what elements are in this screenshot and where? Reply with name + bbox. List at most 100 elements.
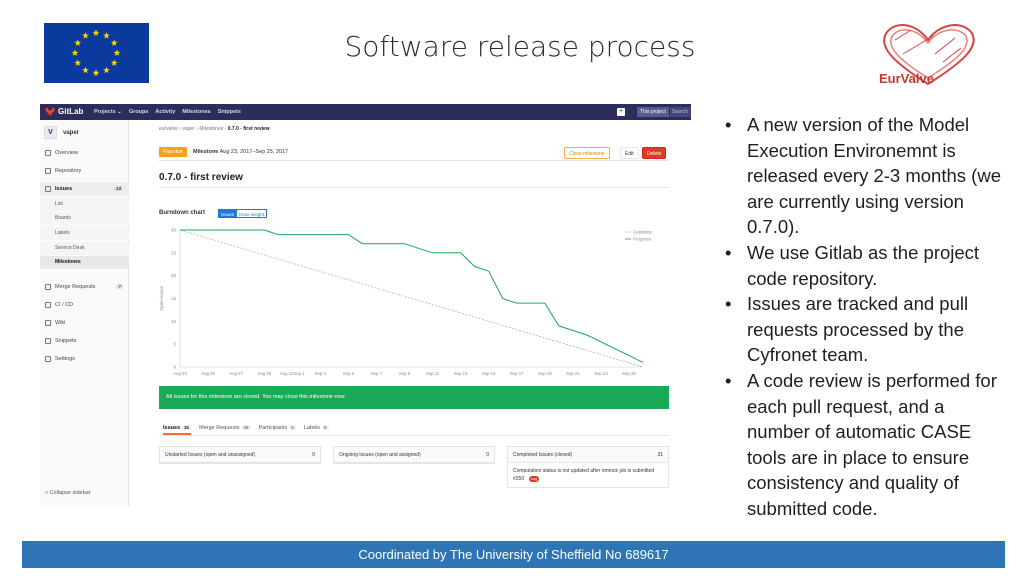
- card-title: Unstarted Issues (open and unassigned): [165, 452, 256, 458]
- breadcrumb-milestones[interactable]: Milestones: [199, 126, 223, 132]
- breadcrumb-eurvalve[interactable]: eurvalve: [159, 126, 178, 132]
- milestone-title: 0.7.0 - first review: [159, 172, 243, 183]
- milestone-date-range: Aug 23, 2017–Sep 25, 2017: [219, 149, 289, 155]
- card-count: 0: [312, 452, 315, 458]
- new-item-plus-icon[interactable]: +: [617, 108, 625, 116]
- sidebar-item-merge-requests[interactable]: Merge Requests 7: [40, 280, 129, 294]
- scissors-icon: [45, 338, 51, 344]
- gitlab-fox-icon: [45, 107, 55, 116]
- legend-label: Guideline: [633, 230, 653, 235]
- eu-star: [92, 69, 100, 76]
- sidebar-subitem-service-desk[interactable]: Service Desk: [40, 242, 129, 255]
- sidebar-item-settings[interactable]: Settings: [40, 352, 129, 366]
- y-tick-label: 15: [171, 296, 177, 301]
- sidebar-item-ci-cd[interactable]: CI / CD: [40, 298, 129, 312]
- nav-groups[interactable]: Groups: [129, 109, 149, 115]
- sidebar-item-label: Issues: [55, 186, 73, 192]
- x-tick-label: Aug 25: [201, 371, 215, 376]
- collapse-sidebar-button[interactable]: « Collapse sidebar: [45, 490, 91, 496]
- tab-count: 6: [289, 425, 296, 430]
- sidebar-subitem-labels[interactable]: Labels: [40, 227, 129, 240]
- card-header: Ongoing Issues (open and assigned) 0: [334, 447, 494, 463]
- toggle-issues[interactable]: Issues: [218, 209, 238, 218]
- series-line-guideline: [179, 229, 644, 368]
- x-tick-label: Aug 27: [229, 371, 243, 376]
- x-tick-label: Aug 23: [173, 371, 187, 376]
- card-title: Ongoing Issues (open and assigned): [339, 452, 421, 458]
- eu-star: [74, 39, 82, 46]
- x-tick-label: Sep 3: [315, 371, 327, 376]
- tab-label: Labels: [303, 425, 320, 431]
- x-tick-label: Sep 9: [399, 371, 411, 376]
- sidebar-item-label: Merge Requests: [55, 284, 96, 290]
- breadcrumb: eurvalve › vaper › Milestones › 0.7.0 - …: [159, 126, 270, 132]
- sidebar-subitem-list[interactable]: List: [40, 198, 129, 211]
- tab-issues[interactable]: Issues 31: [163, 420, 192, 435]
- eu-flag-logo: [44, 23, 149, 83]
- nav-milestones[interactable]: Milestones: [182, 109, 210, 115]
- edit-button[interactable]: Edit: [620, 147, 639, 159]
- tab-count: 31: [182, 425, 192, 430]
- x-tick-label: Sep 25: [622, 371, 636, 376]
- sidebar-item-repository[interactable]: Repository: [40, 164, 129, 178]
- gear-icon: [45, 356, 51, 362]
- toggle-issue-weight[interactable]: Issue weight: [236, 209, 268, 218]
- sidebar-item-wiki[interactable]: Wiki: [40, 316, 129, 330]
- breadcrumb-vaper[interactable]: vaper: [182, 126, 195, 132]
- bug-label: bug: [528, 476, 540, 482]
- x-tick-label: Sep 5: [343, 371, 355, 376]
- y-axis-label: Open issues: [159, 285, 164, 311]
- eurvalve-logo: EurValve: [873, 18, 983, 96]
- completed-issue-item[interactable]: Computation status is not updated after …: [508, 463, 668, 487]
- sidebar-item-snippets[interactable]: Snippets: [40, 334, 129, 348]
- eu-star: [71, 49, 79, 56]
- x-tick-label: Sep 17: [510, 371, 524, 376]
- tab-label: Issues: [163, 425, 181, 431]
- eu-star: [82, 66, 89, 74]
- nav-projects[interactable]: Projects ⌄: [94, 109, 122, 115]
- x-tick-label: Sep 21: [566, 371, 580, 376]
- gitlab-brand: GitLab: [58, 107, 84, 116]
- milestone-dates: Milestone Aug 23, 2017–Sep 25, 2017: [193, 149, 288, 155]
- search-input[interactable]: Search: [670, 107, 691, 117]
- burndown-chart: 0 5 10 15 20 25 30 Aug 23 Aug 25 Aug 27 Aug 29 Aug …: [159, 228, 653, 377]
- sidebar-item-issues[interactable]: Issues 13: [40, 182, 129, 196]
- tab-label: Merge Requests: [199, 425, 240, 431]
- tab-count: 5: [322, 425, 329, 430]
- breadcrumb-current: 0.7.0 - first review: [227, 126, 270, 132]
- nav-activity[interactable]: Activity: [155, 109, 175, 115]
- milestone-page: eurvalve › vaper › Milestones › 0.7.0 - …: [159, 120, 669, 506]
- card-header: Completed Issues (closed) 31: [508, 447, 668, 463]
- book-icon: [45, 320, 51, 326]
- close-milestone-button[interactable]: Close milestone: [564, 147, 610, 159]
- burndown-title: Burndown chart: [159, 210, 205, 216]
- delete-button[interactable]: Delete: [642, 147, 667, 159]
- project-header[interactable]: V vaper: [44, 126, 79, 139]
- sidebar-subitem-milestones[interactable]: Milestones: [40, 256, 129, 269]
- sidebar-item-overview[interactable]: Overview: [40, 146, 129, 160]
- tab-count: 49: [241, 425, 251, 430]
- sidebar-item-label: Overview: [55, 150, 78, 156]
- milestone-tabs: Issues 31 Merge Requests 49 Participants 6 …: [159, 420, 669, 436]
- issue-id: #250: [513, 476, 525, 482]
- nav-snippets[interactable]: Snippets: [218, 109, 241, 115]
- gitlab-topbar: GitLab Projects ⌄ Groups Activity Milest…: [40, 104, 691, 120]
- top-nav: Projects ⌄ Groups Activity Milestones Sn…: [94, 109, 241, 115]
- completed-issues-card: Completed Issues (closed) 31 Computation…: [507, 446, 669, 488]
- tab-labels[interactable]: Labels 5: [304, 420, 329, 435]
- x-tick-label: Sep 13: [454, 371, 468, 376]
- y-tick-label: 5: [173, 342, 176, 347]
- tab-label: Participants: [258, 425, 288, 431]
- sidebar-subitem-boards[interactable]: Boards: [40, 212, 129, 225]
- sidebar-item-label: CI / CD: [55, 302, 74, 308]
- sidebar-item-label: Wiki: [55, 320, 66, 326]
- tab-merge-requests[interactable]: Merge Requests 49: [199, 420, 251, 435]
- this-project-scope[interactable]: This project: [637, 107, 669, 117]
- unstarted-issues-card: Unstarted Issues (open and unassigned) 0: [159, 446, 321, 464]
- gitlab-logo[interactable]: GitLab: [45, 107, 83, 116]
- y-tick-label: 10: [171, 319, 177, 324]
- tab-participants[interactable]: Participants 6: [259, 420, 296, 435]
- milestone-label: Milestone: [193, 149, 219, 155]
- issue-title[interactable]: Computation status is not updated after …: [513, 467, 663, 475]
- eu-star: [74, 59, 82, 66]
